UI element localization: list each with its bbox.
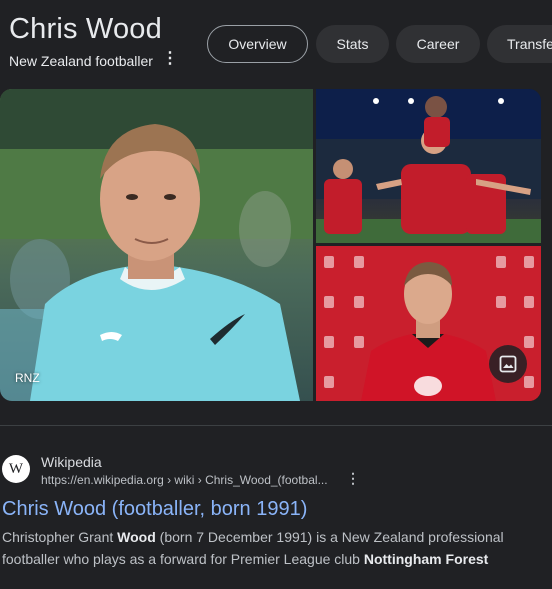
more-vert-icon[interactable]: ⋮	[162, 50, 178, 70]
entity-subtitle: New Zealand footballer	[9, 53, 153, 69]
entity-title: Chris Wood	[9, 13, 162, 45]
image-search-button[interactable]	[489, 345, 527, 383]
tab-career[interactable]: Career	[396, 25, 480, 63]
knowledge-panel: Chris Wood New Zealand footballer ⋮ Over…	[0, 0, 552, 589]
result-snippet: Christopher Grant Wood (born 7 December …	[2, 526, 542, 570]
tab-stats[interactable]: Stats	[316, 25, 389, 63]
player-photo-nz	[0, 89, 313, 401]
image-icon	[499, 355, 517, 373]
result-url[interactable]: https://en.wikipedia.org › wiki › Chris_…	[41, 473, 328, 487]
image-source-caption: RNZ	[15, 371, 40, 385]
section-divider	[0, 425, 552, 426]
result-more-vert-icon[interactable]: ⋮	[346, 470, 360, 488]
celebration-photo	[316, 89, 541, 243]
tab-overview[interactable]: Overview	[207, 25, 308, 63]
snippet-bold-name: Wood	[117, 529, 156, 545]
wikipedia-favicon-icon: W	[2, 455, 30, 483]
result-site-name[interactable]: Wikipedia	[41, 454, 102, 470]
tab-transfers[interactable]: Transfe	[487, 25, 552, 63]
image-grid: RNZ	[0, 89, 541, 401]
snippet-bold-club: Nottingham Forest	[363, 551, 489, 567]
forest-portrait-image[interactable]	[316, 246, 541, 401]
main-player-image[interactable]: RNZ	[0, 89, 313, 401]
celebration-image[interactable]	[316, 89, 541, 243]
snippet-text: Christopher Grant	[2, 529, 118, 545]
result-title-link[interactable]: Chris Wood (footballer, born 1991)	[2, 497, 307, 521]
